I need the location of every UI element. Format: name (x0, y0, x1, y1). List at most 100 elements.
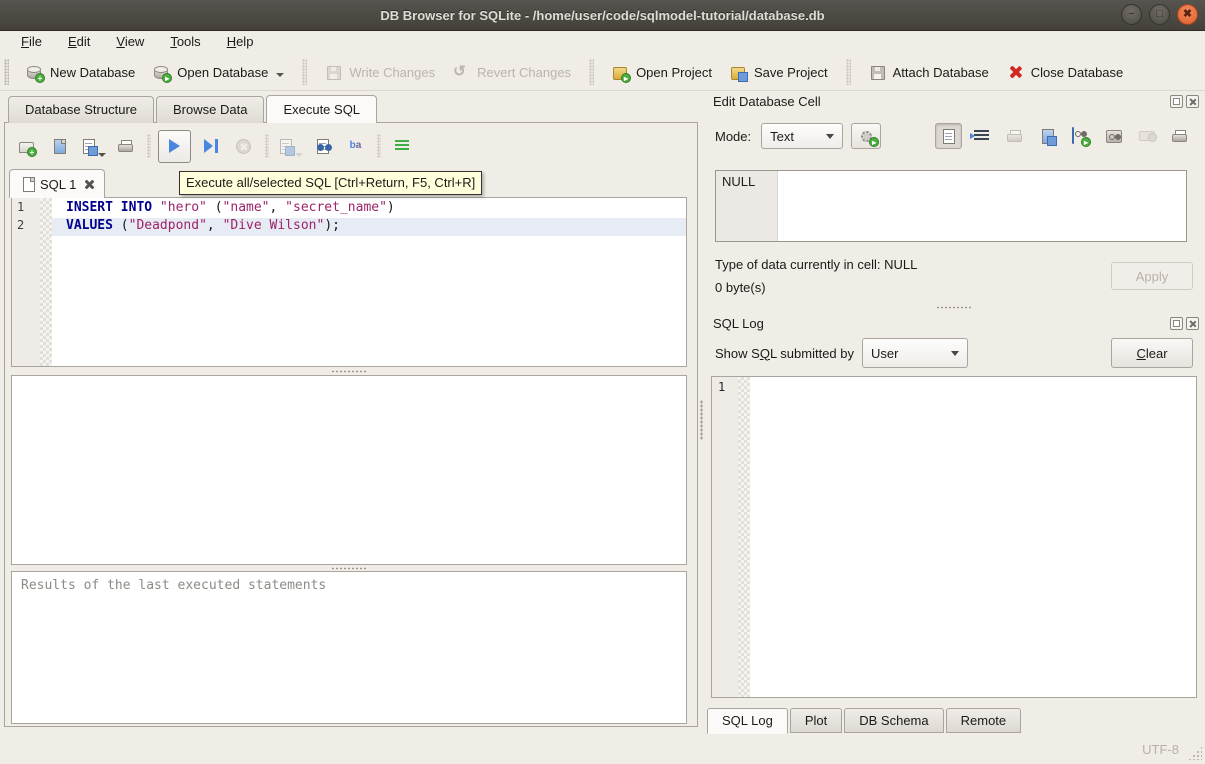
log-line-number: 1 (718, 380, 725, 394)
cell-editor[interactable]: NULL (715, 170, 1187, 242)
submitted-by-combobox[interactable]: User (862, 338, 968, 368)
sql-editor[interactable]: 12 INSERT INTO "hero" ("name", "secret_n… (11, 197, 687, 367)
sql-log-dock-titlebar[interactable]: SQL Log (707, 314, 1201, 332)
print-cell-button[interactable] (1166, 123, 1193, 149)
execute-current-line-button[interactable] (197, 133, 224, 160)
find-button[interactable] (309, 133, 336, 160)
code-line[interactable]: VALUES ("Deadpond", "Dive Wilson"); (52, 218, 686, 236)
print-sql-button[interactable] (112, 133, 139, 160)
clear-button[interactable]: Clear (1111, 338, 1193, 368)
edit-cell-dock-titlebar[interactable]: Edit Database Cell (707, 92, 1201, 110)
format-sql-button[interactable] (388, 133, 415, 160)
sql-log-view[interactable]: 1 (711, 376, 1197, 698)
maximize-icon: □ (1156, 9, 1163, 20)
filter-label: Show SQL submitted by (707, 346, 854, 361)
tab-plot[interactable]: Plot (790, 708, 842, 733)
open-project-icon: ▸ (612, 64, 629, 80)
new-database-label: New Database (50, 64, 135, 80)
execute-icon (169, 139, 180, 153)
close-database-icon (1007, 64, 1024, 80)
toolbar-grip[interactable] (4, 59, 9, 85)
dock-splitter[interactable] (707, 304, 1201, 310)
menu-help[interactable]: Help (214, 32, 267, 52)
tab-remote[interactable]: Remote (946, 708, 1022, 733)
main-toolbar: + New Database ▸ Open Database Write Cha… (0, 53, 1205, 91)
encoding-indicator[interactable]: UTF-8 (1142, 742, 1179, 757)
menu-edit[interactable]: Edit (55, 32, 103, 52)
dock-float-icon[interactable] (1170, 317, 1183, 330)
execute-all-button[interactable] (158, 130, 191, 163)
apply-button: Apply (1111, 262, 1193, 290)
execute-line-bar-icon (215, 139, 218, 153)
import-icon (1007, 130, 1022, 143)
sql-toolbar: + ba (13, 128, 421, 164)
copy-link-button[interactable] (1100, 123, 1127, 149)
word-wrap-button[interactable] (968, 123, 995, 149)
auto-apply-button[interactable]: ▸ (851, 123, 881, 149)
cell-value: NULL (722, 174, 755, 189)
menu-tools[interactable]: Tools (157, 32, 213, 52)
stop-icon (236, 139, 251, 154)
minimize-button[interactable]: − (1121, 4, 1142, 25)
line-number: 1 (12, 200, 40, 218)
results-placeholder: Results of the last executed statements (21, 578, 326, 593)
open-project-button[interactable]: ▸ Open Project (603, 58, 721, 86)
save-results-dropdown-icon (295, 153, 303, 157)
open-sql-tab-button[interactable]: + (13, 133, 40, 160)
close-button[interactable]: ✖ (1177, 4, 1198, 25)
save-project-button[interactable]: Save Project (721, 58, 837, 86)
close-tab-icon[interactable] (83, 179, 94, 190)
bottom-tab-bar: SQL Log Plot DB Schema Remote (707, 708, 1023, 734)
dock-close-icon[interactable] (1186, 95, 1199, 108)
close-database-button[interactable]: Close Database (998, 58, 1133, 86)
revert-changes-label: Revert Changes (477, 64, 571, 80)
line-number: 2 (12, 218, 40, 236)
edit-cell-toolbar: Mode: Text ▸ ▸ (707, 122, 1201, 150)
toolbar-separator (377, 134, 381, 158)
title-bar[interactable]: DB Browser for SQLite - /home/user/code/… (0, 0, 1205, 31)
tab-execute-sql[interactable]: Execute SQL (266, 95, 377, 123)
mode-label: Mode: (707, 129, 751, 144)
menu-bar: File Edit View Tools Help (0, 31, 1205, 53)
close-database-label: Close Database (1031, 64, 1124, 80)
text-mode-button[interactable] (935, 123, 962, 149)
replace-button[interactable]: ba (342, 133, 369, 160)
new-database-button[interactable]: + New Database (17, 58, 144, 86)
toolbar-separator (302, 59, 307, 85)
results-grid-pane[interactable] (11, 375, 687, 565)
open-in-external-button[interactable]: ▸ (1067, 123, 1094, 149)
execute-sql-panel: + ba SQL 1 Execute all/selected SQL [Ctr… (4, 122, 698, 727)
cell-editor-area[interactable] (778, 171, 1186, 241)
open-database-button[interactable]: ▸ Open Database (144, 58, 293, 86)
results-message-pane[interactable]: Results of the last executed statements (11, 571, 687, 724)
tab-db-schema[interactable]: DB Schema (844, 708, 943, 733)
tab-sql-log[interactable]: SQL Log (707, 708, 788, 734)
save-sql-dropdown-icon[interactable] (98, 153, 106, 157)
toolbar-separator (846, 59, 851, 85)
menu-view[interactable]: View (103, 32, 157, 52)
tab-browse-data[interactable]: Browse Data (156, 96, 264, 123)
save-sql-file-button[interactable] (79, 133, 106, 160)
sql-document-tab[interactable]: SQL 1 (9, 169, 105, 198)
set-null-button (1133, 123, 1160, 149)
editor-fold-margin (40, 198, 52, 366)
attach-database-button[interactable]: Attach Database (860, 58, 998, 86)
dock-float-icon[interactable] (1170, 95, 1183, 108)
dock-close-icon[interactable] (1186, 317, 1199, 330)
open-sql-file-button[interactable] (46, 133, 73, 160)
main-tab-bar: Database Structure Browse Data Execute S… (8, 96, 379, 123)
window-controls: − □ ✖ (1121, 4, 1198, 25)
new-database-icon: + (26, 64, 43, 80)
mode-combobox[interactable]: Text (761, 123, 843, 149)
panel-splitter[interactable] (700, 400, 703, 440)
code-line[interactable]: INSERT INTO "hero" ("name", "secret_name… (52, 200, 686, 218)
export-cell-data-button[interactable] (1034, 123, 1061, 149)
link-icon (1106, 130, 1122, 143)
resize-grip[interactable] (1188, 746, 1202, 760)
open-database-dropdown-icon[interactable] (276, 73, 284, 77)
editor-results-splitter[interactable] (11, 368, 687, 374)
maximize-button[interactable]: □ (1149, 4, 1170, 25)
tab-database-structure[interactable]: Database Structure (8, 96, 154, 123)
write-changes-button: Write Changes (316, 58, 444, 86)
menu-file[interactable]: File (8, 32, 55, 52)
